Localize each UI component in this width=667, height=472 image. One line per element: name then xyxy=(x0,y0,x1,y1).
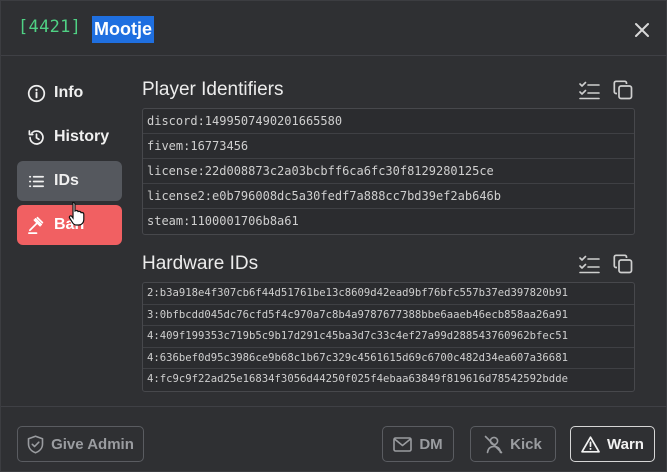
identifier-row[interactable]: fivem:16773456 xyxy=(143,134,634,159)
player-identifiers-list: discord:1499507490201665580 fivem:167734… xyxy=(142,108,635,235)
dm-button[interactable]: DM xyxy=(382,426,454,462)
select-all-hwid-button[interactable] xyxy=(578,253,600,275)
hardware-id-row[interactable]: 4:fc9c9f22ad25e16834f3056d44250f025f4eba… xyxy=(143,369,634,391)
kick-label: Kick xyxy=(510,435,542,453)
sidebar-item-history[interactable]: History xyxy=(17,117,122,157)
hardware-id-row[interactable]: 4:636bef0d95c3986ce9b68c1b67c329c4561615… xyxy=(143,348,634,370)
list-icon xyxy=(26,171,46,191)
copy-icon xyxy=(613,80,633,100)
sidebar-item-ids[interactable]: IDs xyxy=(17,161,122,201)
sidebar-item-label: History xyxy=(54,128,110,145)
warn-label: Warn xyxy=(607,435,644,453)
identifier-row[interactable]: license:22d008873c2a03bcbff6ca6fc30f8129… xyxy=(143,159,634,184)
dm-label: DM xyxy=(419,435,443,453)
select-all-button[interactable] xyxy=(578,79,600,101)
give-admin-label: Give Admin xyxy=(51,435,134,453)
identifier-row[interactable]: license2:e0b796008dc5a30fedf7a888cc7bd39… xyxy=(143,184,634,209)
modal-header: [4421] Mootje xyxy=(1,1,667,56)
copy-hwid-button[interactable] xyxy=(612,253,634,275)
hardware-id-row[interactable]: 4:409f199353c719b5c9b17d291c45ba3d7c33c4… xyxy=(143,326,634,348)
checklist-icon xyxy=(578,255,600,273)
sidebar-item-label: Info xyxy=(54,84,84,101)
shield-check-icon xyxy=(27,434,44,454)
close-button[interactable] xyxy=(630,18,654,42)
player-modal: [4421] Mootje Info History IDs Ban Playe… xyxy=(0,0,667,472)
checklist-icon xyxy=(578,81,600,99)
player-name: Mootje xyxy=(92,16,154,43)
hand-cursor-icon xyxy=(68,201,85,226)
copy-icon xyxy=(613,254,633,274)
kick-button[interactable]: Kick xyxy=(470,426,556,462)
hardware-id-row[interactable]: 3:0bfbcdd045dc76cfd5f4c970a7c8b4a9787677… xyxy=(143,305,634,327)
info-icon xyxy=(26,83,46,103)
warning-icon xyxy=(581,435,600,453)
copy-button[interactable] xyxy=(612,79,634,101)
sidebar-item-info[interactable]: Info xyxy=(17,73,122,113)
history-icon xyxy=(26,127,46,147)
player-id: [4421] xyxy=(18,17,82,37)
hardware-id-row[interactable]: 2:b3a918e4f307cb6f44d51761be13c8609d42ea… xyxy=(143,283,634,305)
hardware-ids-list: 2:b3a918e4f307cb6f44d51761be13c8609d42ea… xyxy=(142,282,635,392)
give-admin-button[interactable]: Give Admin xyxy=(17,426,144,462)
mail-icon xyxy=(393,436,413,452)
hardware-ids-title: Hardware IDs xyxy=(142,253,259,274)
identifier-row[interactable]: discord:1499507490201665580 xyxy=(143,109,634,134)
user-x-icon xyxy=(484,435,503,454)
gavel-icon xyxy=(26,215,46,235)
modal-footer: Give Admin DM Kick Warn xyxy=(1,406,667,472)
sidebar-item-label: IDs xyxy=(54,172,79,189)
close-icon xyxy=(635,23,649,37)
player-identifiers-title: Player Identifiers xyxy=(142,79,284,100)
identifier-row[interactable]: steam:1100001706b8a61 xyxy=(143,209,634,234)
warn-button[interactable]: Warn xyxy=(570,426,655,462)
